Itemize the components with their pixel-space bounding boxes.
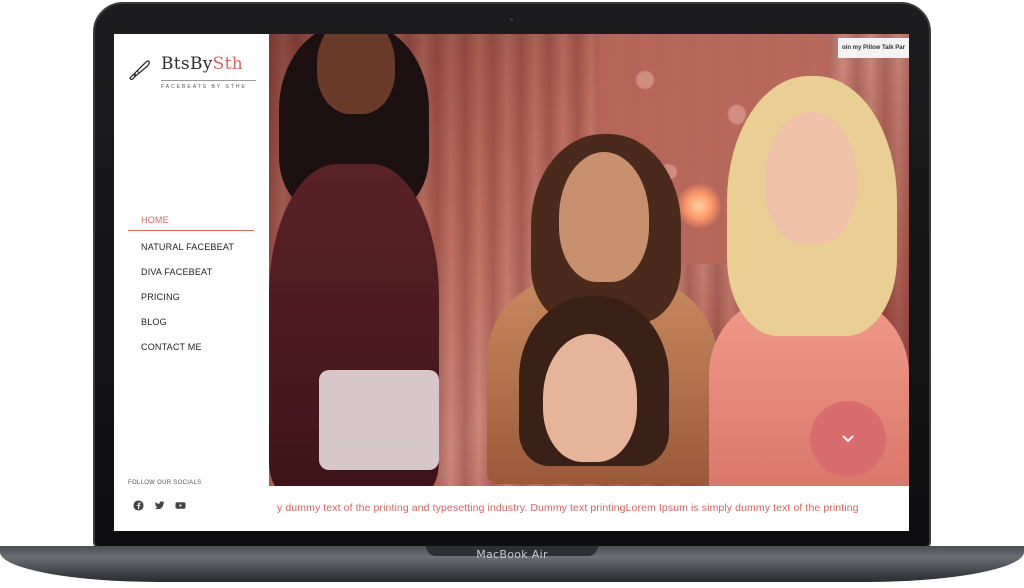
- hero-video[interactable]: oin my Pillow Talk Par: [269, 34, 909, 486]
- website-screen: BtsBySth FACEBEATS BY STHE HOME NATURAL …: [114, 34, 909, 531]
- brand-logo[interactable]: BtsBySth FACEBEATS BY STHE: [128, 54, 256, 94]
- webcam-icon: [509, 17, 514, 22]
- makeup-brush-icon: [128, 60, 150, 80]
- brand-name-part2: Sth: [212, 54, 243, 74]
- nav-item-blog[interactable]: BLOG: [128, 314, 254, 339]
- nav-item-diva-facebeat[interactable]: DIVA FACEBEAT: [128, 264, 254, 289]
- social-links: [133, 500, 186, 511]
- active-underline: [128, 230, 254, 231]
- youtube-icon[interactable]: [175, 500, 186, 511]
- nav-item-contact-me[interactable]: CONTACT ME: [128, 339, 254, 364]
- nav-item-pricing[interactable]: PRICING: [128, 289, 254, 314]
- nav-item-natural-facebeat[interactable]: NATURAL FACEBEAT: [128, 239, 254, 264]
- marquee-banner: y dummy text of the printing and typeset…: [269, 486, 909, 531]
- scroll-down-button[interactable]: [810, 401, 886, 477]
- main-nav: HOME NATURAL FACEBEAT DIVA FACEBEAT PRIC…: [128, 212, 254, 364]
- facebook-icon[interactable]: [133, 500, 144, 511]
- device-label: MacBook Air: [476, 548, 548, 561]
- hero-lamp-glow: [677, 184, 721, 228]
- nav-item-home[interactable]: HOME: [128, 212, 254, 237]
- brand-name-part1: BtsBy: [161, 54, 213, 74]
- logo-divider: [161, 80, 256, 81]
- hero-camera-prop: [319, 370, 439, 470]
- hero-person-1-face: [317, 34, 395, 114]
- chevron-down-icon: [842, 435, 854, 443]
- video-title[interactable]: oin my Pillow Talk Par: [838, 38, 909, 58]
- hero-person-4-face: [765, 112, 857, 244]
- hero-person-2-face: [559, 152, 649, 282]
- follow-socials-label: FOLLOW OUR SOCIALS: [128, 480, 202, 486]
- brand-tagline: FACEBEATS BY STHE: [161, 84, 247, 90]
- twitter-icon[interactable]: [154, 500, 165, 511]
- sidebar: BtsBySth FACEBEATS BY STHE HOME NATURAL …: [114, 34, 269, 531]
- brand-name: BtsBySth: [161, 54, 243, 74]
- marquee-text: y dummy text of the printing and typeset…: [277, 502, 859, 514]
- hero-person-3-face: [543, 334, 637, 462]
